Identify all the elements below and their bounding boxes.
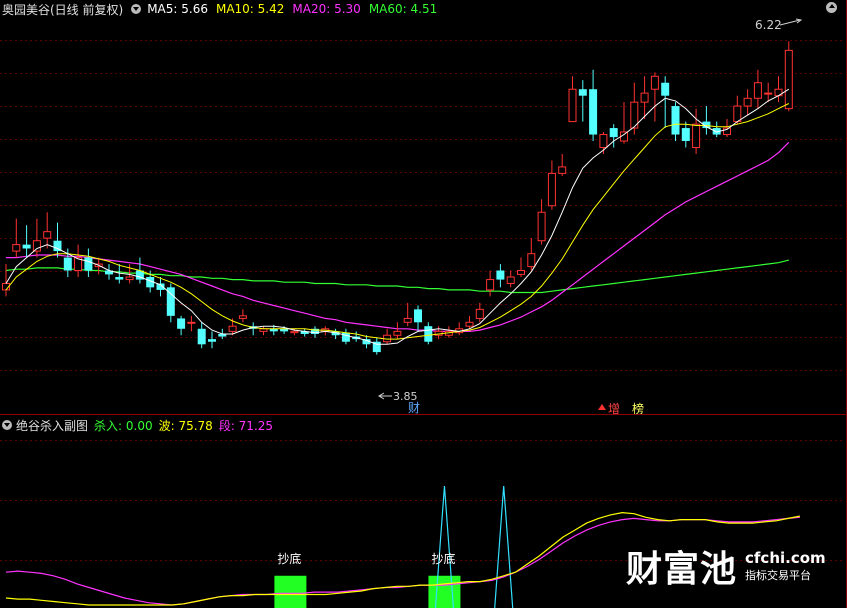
buy-signal-block bbox=[274, 575, 307, 608]
indicator-title: 绝谷杀入副图 bbox=[16, 418, 89, 433]
candle bbox=[259, 326, 268, 336]
candle bbox=[568, 76, 577, 123]
candle bbox=[372, 337, 381, 355]
high-annotation: 6.22 bbox=[755, 18, 803, 32]
candle bbox=[22, 225, 31, 258]
watermark-site: cfchi.com bbox=[745, 549, 826, 567]
candle bbox=[43, 212, 52, 249]
bo-label: 波: 75.78 bbox=[158, 418, 213, 433]
candle bbox=[300, 328, 309, 337]
candle bbox=[681, 121, 690, 148]
candle bbox=[249, 322, 258, 336]
ma60-line bbox=[5, 259, 789, 294]
marker-zeng: 增 bbox=[608, 402, 620, 416]
candle bbox=[341, 328, 350, 345]
candle bbox=[53, 222, 62, 258]
candle bbox=[702, 106, 711, 135]
candle bbox=[496, 264, 505, 288]
candle bbox=[238, 309, 247, 323]
ma20-line bbox=[6, 141, 790, 332]
candle bbox=[558, 153, 567, 176]
candle bbox=[393, 322, 402, 340]
candle bbox=[537, 199, 546, 245]
high-label: 6.22 bbox=[755, 18, 782, 32]
candle bbox=[774, 76, 783, 103]
buy-signal-block bbox=[428, 575, 461, 608]
main-header: 奥园美谷(日线 前复权) MA5: 5.66 MA10: 5.42 MA20: … bbox=[2, 1, 437, 17]
candle bbox=[517, 257, 525, 277]
candle bbox=[465, 315, 474, 329]
candle bbox=[352, 331, 361, 342]
candle bbox=[177, 315, 186, 336]
watermark-brand: 财富池 bbox=[626, 549, 738, 590]
candle bbox=[527, 238, 536, 271]
buy-signal-label: 抄底 bbox=[431, 551, 456, 566]
watermark: 财富池 cfchi.com 指标交易平台 bbox=[626, 540, 826, 592]
candle bbox=[578, 80, 587, 122]
candle bbox=[743, 89, 752, 116]
sub-header: 绝谷杀入副图 杀入: 0.00 波: 75.78 段: 71.25 bbox=[2, 417, 273, 433]
candle bbox=[74, 244, 83, 277]
candle bbox=[105, 264, 113, 280]
candle bbox=[197, 322, 206, 349]
candle bbox=[692, 108, 701, 154]
candle bbox=[32, 218, 41, 258]
candle bbox=[650, 72, 659, 122]
ma10-label: MA10: 5.42 bbox=[215, 2, 285, 16]
watermark-slogan: 指标交易平台 bbox=[745, 569, 812, 582]
candle bbox=[486, 270, 495, 297]
candle bbox=[403, 302, 412, 327]
candle bbox=[620, 102, 628, 144]
spike-mark bbox=[494, 485, 514, 608]
candle bbox=[671, 102, 680, 142]
candle bbox=[661, 76, 670, 129]
candle bbox=[331, 328, 340, 340]
candle bbox=[475, 302, 484, 323]
candle bbox=[424, 322, 433, 345]
event-markers: 财 增 榜 bbox=[408, 401, 644, 416]
candle bbox=[589, 69, 598, 142]
candle bbox=[187, 315, 196, 332]
candles bbox=[2, 41, 793, 355]
candle bbox=[784, 41, 793, 112]
main-grid bbox=[0, 40, 845, 371]
ma10-line bbox=[5, 103, 790, 340]
marker-bang: 榜 bbox=[632, 401, 644, 416]
stock-title: 奥园美谷(日线 前复权) bbox=[2, 2, 124, 17]
duan-label: 段: 71.25 bbox=[218, 418, 274, 433]
candle bbox=[12, 218, 21, 258]
candle bbox=[208, 331, 216, 349]
sub-dropdown-icon[interactable] bbox=[2, 420, 12, 430]
buy-signal-label: 抄底 bbox=[277, 551, 302, 566]
ma5-line bbox=[5, 88, 790, 345]
ma60-label: MA60: 4.51 bbox=[368, 2, 438, 16]
candle bbox=[506, 270, 515, 288]
candle bbox=[753, 69, 762, 109]
ma5-label: MA5: 5.66 bbox=[147, 2, 208, 16]
candle bbox=[166, 283, 175, 323]
marker-cai: 财 bbox=[408, 401, 420, 415]
candle bbox=[640, 76, 649, 120]
up-arrow-icon bbox=[598, 404, 606, 410]
candle bbox=[383, 328, 392, 345]
bottom-blocks bbox=[274, 575, 461, 608]
dropdown-icon[interactable] bbox=[131, 4, 142, 14]
ma20-label: MA20: 5.30 bbox=[292, 2, 361, 16]
chart-canvas: 6.22 3.85 财 增 榜 bbox=[0, 0, 847, 608]
shaoru-label: 杀入: 0.00 bbox=[94, 418, 153, 433]
collapse-icon[interactable] bbox=[826, 2, 837, 13]
candle bbox=[547, 160, 556, 210]
candle bbox=[712, 121, 721, 138]
candle bbox=[414, 305, 422, 332]
candle bbox=[455, 322, 464, 336]
